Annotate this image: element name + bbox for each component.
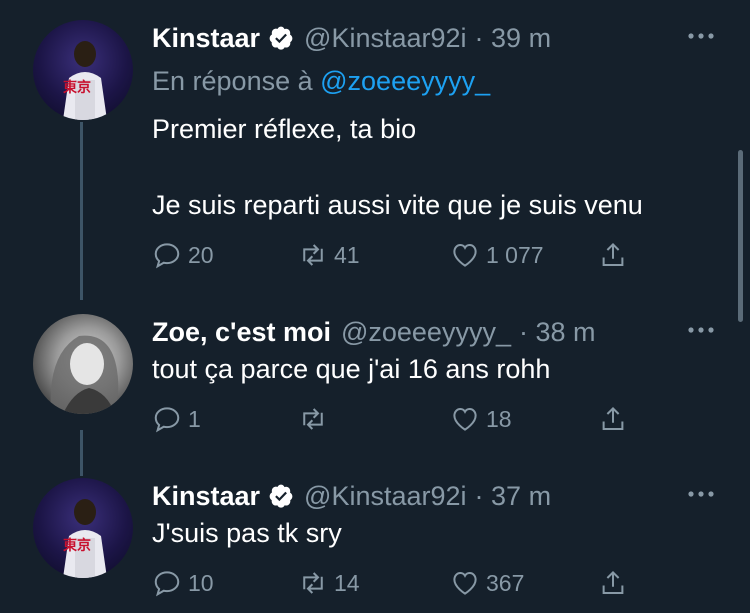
retweet-icon (303, 244, 323, 266)
reply-prefix: En réponse à (152, 66, 321, 96)
share-icon (602, 406, 624, 430)
reply-button[interactable]: 20 (152, 238, 214, 272)
retweet-icon (303, 408, 323, 430)
share-button[interactable] (598, 402, 628, 436)
like-button[interactable]: 1 077 (450, 238, 544, 272)
retweet-button[interactable] (298, 402, 334, 436)
handle[interactable]: @Kinstaar92i (304, 23, 467, 54)
thread-line (80, 430, 83, 476)
thread-line (80, 122, 83, 300)
tweet-actions: 20 41 1 077 (152, 238, 652, 272)
timestamp[interactable]: · 37 m (475, 481, 552, 512)
like-icon (453, 571, 477, 595)
tweet-header: Kinstaar @Kinstaar92i · 39 m (152, 20, 551, 56)
more-icon[interactable] (686, 28, 716, 44)
like-icon (453, 407, 477, 431)
retweet-icon (303, 572, 323, 594)
share-button[interactable] (598, 238, 628, 272)
like-count: 367 (486, 569, 525, 596)
like-count: 18 (486, 405, 512, 432)
display-name[interactable]: Kinstaar (152, 23, 260, 54)
avatar[interactable]: 東京 (33, 478, 133, 578)
share-button[interactable] (598, 566, 628, 600)
tweet-text: tout ça parce que j'ai 16 ans rohh (152, 354, 551, 384)
more-icon[interactable] (686, 486, 716, 502)
retweet-count: 41 (334, 241, 360, 268)
retweet-button[interactable]: 41 (298, 238, 360, 272)
retweet-count: 14 (334, 569, 360, 596)
reply-button[interactable]: 1 (152, 402, 201, 436)
like-button[interactable]: 18 (450, 402, 512, 436)
like-count: 1 077 (486, 241, 544, 268)
display-name[interactable]: Zoe, c'est moi (152, 317, 331, 348)
reply-count: 10 (188, 569, 214, 596)
retweet-button[interactable]: 14 (298, 566, 360, 600)
reply-icon (154, 407, 180, 433)
like-icon (453, 243, 477, 267)
avatar-logo-text: 東京 (63, 79, 91, 96)
avatar[interactable] (33, 314, 133, 414)
like-button[interactable]: 367 (450, 566, 524, 600)
reply-button[interactable]: 10 (152, 566, 214, 600)
avatar[interactable]: 東京 (33, 20, 133, 120)
handle[interactable]: @zoeeeyyyy_ (341, 317, 511, 348)
tweet-header: Kinstaar @Kinstaar92i · 37 m (152, 478, 551, 514)
reply-icon (154, 571, 180, 597)
reply-count: 1 (188, 405, 201, 432)
reply-count: 20 (188, 241, 214, 268)
timestamp[interactable]: · 38 m (519, 317, 596, 348)
avatar-logo-text: 東京 (63, 537, 91, 554)
more-icon[interactable] (686, 322, 716, 338)
reply-icon (154, 243, 180, 269)
tweet-actions: 10 14 367 (152, 566, 652, 600)
tweet-text: J'suis pas tk sry (152, 518, 342, 548)
reply-context: En réponse à @zoeeeyyyy_ (152, 66, 490, 97)
share-icon (602, 242, 624, 266)
verified-badge-icon (269, 26, 293, 50)
scrollbar[interactable] (738, 150, 743, 322)
tweet-text: Premier réflexe, ta bio Je suis reparti … (152, 114, 643, 220)
handle[interactable]: @Kinstaar92i (304, 481, 467, 512)
display-name[interactable]: Kinstaar (152, 481, 260, 512)
timestamp[interactable]: · 39 m (475, 23, 552, 54)
tweet-actions: 1 18 (152, 402, 652, 436)
reply-mention-link[interactable]: @zoeeeyyyy_ (320, 66, 490, 96)
tweet-header: Zoe, c'est moi @zoeeeyyyy_ · 38 m (152, 314, 596, 350)
share-icon (602, 570, 624, 594)
verified-badge-icon (269, 484, 293, 508)
